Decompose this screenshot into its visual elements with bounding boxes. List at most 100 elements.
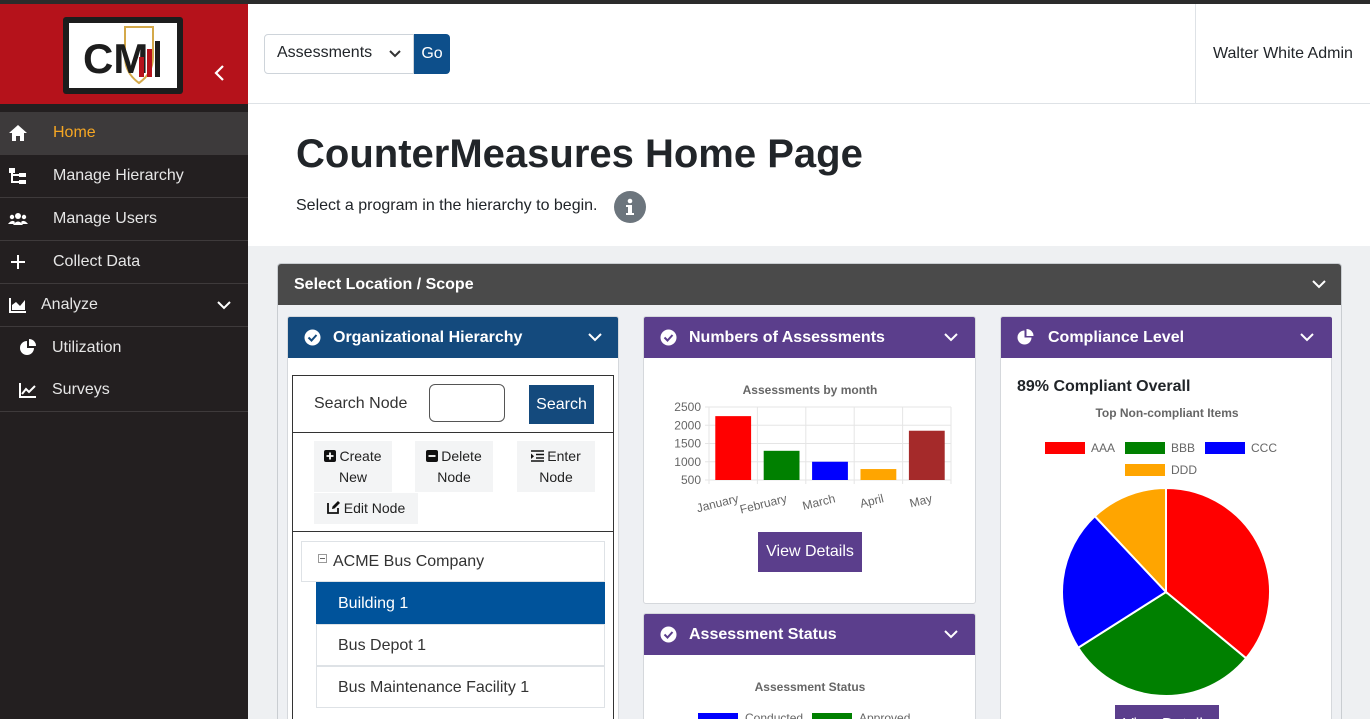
sidebar: CM Home Manage Hierarchy Manage Users Co… <box>0 4 248 719</box>
tree-root-node[interactable]: ACME Bus Company <box>301 541 605 582</box>
non-compliant-pie-chart: Top Non-compliant Items AAA BBB CCC DDD <box>1045 406 1277 697</box>
page-title: CounterMeasures Home Page <box>296 132 863 176</box>
bar[interactable] <box>908 430 945 480</box>
logo-image: CM <box>69 23 177 88</box>
chevron-down-icon <box>216 298 232 312</box>
bar-chart-title: Assessments by month <box>743 383 878 397</box>
numbers-title: Numbers of Assessments <box>689 329 885 346</box>
assessment-status-chart: Assessment Status Conducted Approved <box>698 680 910 719</box>
compliance-title: Compliance Level <box>1048 329 1185 346</box>
tree-node-building-1[interactable]: Building 1 <box>316 582 605 624</box>
sidebar-item-manage-users[interactable]: Manage Users <box>0 198 248 241</box>
bar[interactable] <box>763 450 800 480</box>
user-menu[interactable]: Walter White Admin <box>1213 45 1353 63</box>
check-circle-icon <box>304 329 321 346</box>
search-button[interactable]: Search <box>529 385 594 424</box>
org-hierarchy-card: Organizational Hierarchy Search Node Sea… <box>287 316 619 719</box>
legend-label-conducted: Conducted <box>745 711 803 719</box>
go-button[interactable]: Go <box>414 34 450 74</box>
org-hierarchy-header[interactable]: Organizational Hierarchy <box>288 317 618 358</box>
page-header: CounterMeasures Home Page Select a progr… <box>248 104 1370 246</box>
sidebar-item-label: Home <box>53 124 96 141</box>
sidebar-item-utilization[interactable]: Utilization <box>0 327 248 369</box>
numbers-header[interactable]: Numbers of Assessments <box>644 317 975 358</box>
bar[interactable] <box>812 461 848 480</box>
org-hierarchy-body: Search Node Search Create New Delete Nod… <box>292 375 614 719</box>
legend-swatch <box>1125 442 1165 454</box>
collapse-node-icon[interactable] <box>318 554 327 563</box>
page-subtitle: Select a program in the hierarchy to beg… <box>296 197 598 214</box>
enter-node-label: Enter Node <box>539 448 581 485</box>
delete-node-button[interactable]: Delete Node <box>415 441 493 492</box>
compliance-header[interactable]: Compliance Level <box>1001 317 1332 358</box>
chevron-down-icon <box>389 50 401 58</box>
topbar-divider <box>1195 4 1196 103</box>
sidebar-item-label: Manage Users <box>53 210 158 227</box>
enter-node-button[interactable]: Enter Node <box>517 441 595 492</box>
plus-square-icon <box>324 450 337 462</box>
legend-label: DDD <box>1171 463 1197 477</box>
tree-node-bus-depot-1[interactable]: Bus Depot 1 <box>316 624 605 666</box>
sidebar-item-home[interactable]: Home <box>0 112 248 155</box>
home-icon <box>8 124 28 142</box>
x-tick-label: April <box>858 491 885 510</box>
x-tick-label: March <box>801 491 837 513</box>
location-scope-header[interactable]: Select Location / Scope <box>278 264 1341 305</box>
users-icon <box>8 210 28 228</box>
sidebar-nav: Home Manage Hierarchy Manage Users Colle… <box>0 112 248 412</box>
sidebar-item-label: Utilization <box>52 339 122 356</box>
x-tick-label: February <box>738 491 788 516</box>
status-header[interactable]: Assessment Status <box>644 614 975 655</box>
y-tick-label: 1000 <box>674 455 701 469</box>
chevron-down-icon[interactable] <box>587 330 603 342</box>
assessments-bar-chart: Assessments by month 500 1000 1500 2000 2500 J… <box>674 383 952 517</box>
edit-node-button[interactable]: Edit Node <box>314 493 418 524</box>
chevron-left-icon <box>214 65 224 81</box>
svg-text:CM: CM <box>83 35 148 82</box>
legend-label: CCC <box>1251 441 1277 455</box>
window-top-border <box>0 0 1370 4</box>
compliance-level-card: Compliance Level 89% Compliant Overall T… <box>1000 316 1332 719</box>
area-chart-icon <box>8 296 28 314</box>
hierarchy-icon <box>8 167 28 185</box>
check-circle-icon <box>660 626 677 643</box>
status-chart-title: Assessment Status <box>755 680 866 694</box>
app-logo[interactable]: CM <box>63 17 183 94</box>
assessment-status-card: Assessment Status Assessment Status Cond… <box>643 613 976 719</box>
bar[interactable] <box>860 469 897 480</box>
chevron-down-icon[interactable] <box>943 330 959 342</box>
legend-swatch <box>1045 442 1085 454</box>
sidebar-item-analyze[interactable]: Analyze <box>0 284 248 327</box>
plus-icon <box>8 253 28 271</box>
chevron-down-icon[interactable] <box>1299 330 1315 342</box>
x-tick-label: May <box>908 491 933 510</box>
info-button[interactable] <box>614 191 646 223</box>
view-details-button[interactable]: View Details <box>758 532 862 572</box>
chevron-down-icon[interactable] <box>943 627 959 639</box>
compliance-details-button[interactable]: View Details <box>1115 705 1219 719</box>
location-scope-title: Select Location / Scope <box>294 276 474 293</box>
collapse-sidebar-button[interactable] <box>209 62 231 84</box>
sidebar-item-surveys[interactable]: Surveys <box>0 369 248 411</box>
sidebar-item-collect-data[interactable]: Collect Data <box>0 241 248 284</box>
create-new-button[interactable]: Create New <box>314 441 392 492</box>
pie-chart-icon <box>18 339 38 357</box>
x-tick-label: January <box>695 491 740 515</box>
create-new-label: Create New <box>338 448 382 485</box>
sidebar-item-label: Collect Data <box>53 253 141 270</box>
brand-bar: CM <box>0 4 248 104</box>
numbers-of-assessments-card: Numbers of Assessments Assessments by mo… <box>643 316 976 604</box>
tree-node-bus-maintenance-facility-1[interactable]: Bus Maintenance Facility 1 <box>316 666 605 708</box>
chevron-down-icon[interactable] <box>1311 277 1327 289</box>
info-icon <box>626 198 634 215</box>
search-node-label: Search Node <box>314 395 408 412</box>
legend-swatch <box>1205 442 1245 454</box>
sidebar-item-label: Manage Hierarchy <box>53 167 184 184</box>
tree-node-label: ACME Bus Company <box>333 553 485 570</box>
sidebar-item-manage-hierarchy[interactable]: Manage Hierarchy <box>0 155 248 198</box>
bar[interactable] <box>715 416 752 480</box>
pie-chart-icon <box>1017 329 1034 346</box>
program-select[interactable]: Assessments <box>264 34 414 74</box>
line-chart-icon <box>18 381 38 399</box>
search-node-input[interactable] <box>429 384 505 422</box>
